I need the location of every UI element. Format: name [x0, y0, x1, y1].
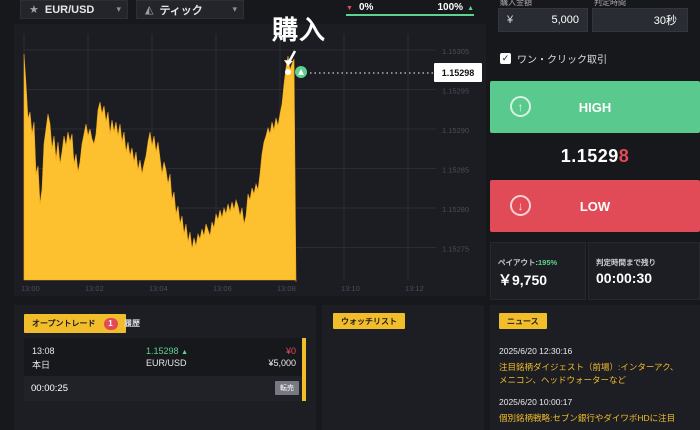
news-time: 2025/6/20 10:00:17 — [499, 397, 573, 407]
trade-time: 13:08 — [32, 346, 55, 356]
sentiment-ratio: ▼ 0% 100% ▲ — [346, 0, 474, 16]
x-tick-label: 13:00 — [21, 284, 40, 293]
currency-symbol: ¥ — [507, 14, 514, 26]
trade-inputs: 購入金額 ¥ 5,000 判定時間 30秒 — [490, 0, 700, 36]
asset-selector[interactable]: ★ EUR/USD ▾ — [20, 0, 128, 19]
checkbox-checked-icon[interactable]: ✓ — [500, 53, 511, 64]
trade-pair: EUR/USD — [146, 358, 187, 368]
price-last-digit: 8 — [618, 146, 630, 166]
price-main: 1.1529 — [560, 146, 619, 166]
payout-value: ￥9,750 — [498, 272, 548, 288]
payout-label: ペイアウト: — [498, 258, 538, 267]
low-button-label: LOW — [579, 198, 611, 214]
high-button[interactable]: ↑ HIGH — [490, 81, 700, 133]
chevron-down-icon: ▾ — [232, 4, 237, 14]
news-title[interactable]: 注目銘柄ダイジェスト（前場）:インターアク、メニコン、ヘッドウォーターなど — [499, 361, 684, 387]
x-tick-label: 13:02 — [85, 284, 104, 293]
low-ratio: 0% — [358, 2, 374, 13]
x-tick-label: 13:12 — [405, 284, 424, 293]
y-tick-label: 1.15295 — [442, 87, 469, 96]
price-chart-svg: 1.15305 1.15295 1.15290 1.15285 1.15280 1.152… — [21, 34, 469, 293]
arrow-down-icon: ↓ — [510, 195, 531, 216]
tab-open-trades[interactable]: オープントレード 1 — [24, 314, 126, 333]
x-tick-label: 13:04 — [149, 284, 168, 293]
top-toolbar: ★ EUR/USD ▾ ◭ ティック ▾ ▼ 0% 100% ▲ — [0, 0, 486, 20]
news-title[interactable]: 個別銘柄戦略:セブン銀行やダイワボHDに注目 — [499, 412, 684, 425]
trade-price: 1.15298 ▲ — [146, 346, 188, 356]
expiry-label: 判定時間 — [594, 0, 626, 7]
y-tick-label: 1.15305 — [442, 47, 469, 56]
remaining-label: 判定時間まで残り — [596, 258, 656, 267]
chevron-down-icon: ▾ — [116, 4, 121, 14]
chart-type-selector[interactable]: ◭ ティック ▾ — [136, 0, 244, 19]
trade-footer: 00:00:25 — [24, 376, 302, 401]
up-triangle-icon: ▲ — [181, 349, 188, 356]
trade-profit: ¥0 — [285, 346, 296, 356]
trade-countdown: 00:00:25 — [31, 383, 68, 394]
news-item[interactable]: 2025/6/20 12:30:16 注目銘柄ダイジェスト（前場）:インターアク… — [499, 345, 684, 387]
resell-button[interactable]: 転売 — [275, 381, 299, 395]
y-tick-label: 1.15285 — [442, 166, 469, 175]
star-icon[interactable]: ★ — [29, 3, 39, 16]
y-tick-label: 1.15275 — [442, 245, 469, 254]
price-chart[interactable]: 1.15305 1.15295 1.15290 1.15285 1.15280 1.152… — [14, 24, 486, 296]
amount-label: 購入金額 — [500, 0, 532, 7]
current-price-tag: 1.15298 — [434, 63, 482, 82]
expiry-select[interactable]: 30秒 — [592, 8, 688, 32]
buy-annotation: 購入 — [272, 15, 327, 45]
remaining-time-box: 判定時間まで残り 00:00:30 — [588, 242, 700, 300]
current-point — [285, 69, 291, 75]
y-tick-label: 1.15280 — [442, 205, 469, 214]
payout-box: ペイアウト:195% ￥9,750 — [490, 242, 586, 300]
one-click-label: ワン・クリック取引 — [517, 55, 607, 66]
tab-news[interactable]: ニュース — [499, 313, 547, 329]
remaining-value: 00:00:30 — [596, 270, 653, 286]
up-triangle-icon: ▲ — [467, 5, 474, 12]
x-tick-label: 13:06 — [213, 284, 232, 293]
one-click-toggle[interactable]: ✓ ワン・クリック取引 — [500, 51, 607, 66]
x-tick-label: 13:10 — [341, 284, 360, 293]
current-price: 1.15298 — [490, 146, 700, 167]
trade-amount: ¥5,000 — [268, 358, 296, 368]
high-button-label: HIGH — [578, 99, 612, 115]
asset-pair-label: EUR/USD — [44, 3, 95, 16]
tab-history[interactable]: 履歴 — [124, 318, 140, 329]
low-button[interactable]: ↓ LOW — [490, 180, 700, 232]
payout-rate: 195% — [538, 258, 558, 267]
y-tick-label: 1.15290 — [442, 126, 469, 135]
amount-value: 5,000 — [551, 14, 579, 26]
area-chart-icon: ◭ — [145, 4, 154, 16]
open-trades-count-badge: 1 — [103, 317, 118, 330]
x-tick-label: 13:08 — [277, 284, 296, 293]
open-trades-tab-label: オープントレード — [32, 319, 96, 328]
down-triangle-icon: ▼ — [346, 5, 353, 12]
news-item[interactable]: 2025/6/20 10:00:17 個別銘柄戦略:セブン銀行やダイワボHDに注… — [499, 396, 684, 425]
news-time: 2025/6/20 12:30:16 — [499, 346, 573, 356]
high-ratio: 100% — [437, 2, 464, 13]
tab-watchlist[interactable]: ウォッチリスト — [333, 313, 405, 329]
trade-price-value: 1.15298 — [146, 346, 179, 356]
arrow-up-icon: ↑ — [510, 96, 531, 117]
sentiment-bar — [346, 14, 474, 16]
trade-day: 本日 — [32, 360, 51, 370]
amount-input[interactable]: ¥ 5,000 — [498, 8, 588, 32]
chart-type-label: ティック — [159, 4, 203, 17]
expiry-value: 30秒 — [653, 15, 677, 27]
